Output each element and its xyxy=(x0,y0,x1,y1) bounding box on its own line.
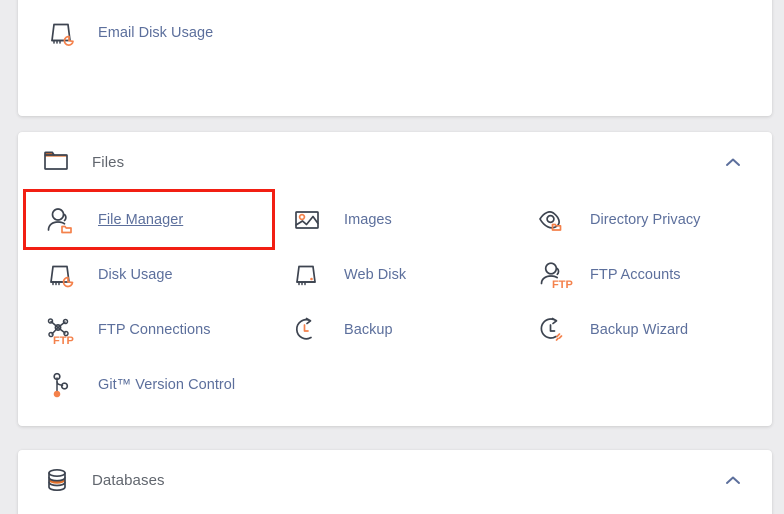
section-title: Files xyxy=(92,153,125,171)
item-label: FTP Accounts xyxy=(590,266,681,283)
folder-icon xyxy=(42,147,72,177)
item-label: FTP Connections xyxy=(98,321,211,338)
section-card-databases: Databases xyxy=(18,450,772,514)
section-title: Databases xyxy=(92,471,165,489)
item-calendars-and-contacts[interactable]: @ Calendars and Contacts xyxy=(518,0,764,5)
files-items-grid: File Manager Images Directory Privacy Di… xyxy=(18,189,772,426)
item-label: Web Disk xyxy=(344,266,407,283)
backup-wizard-icon xyxy=(534,310,574,350)
chevron-up-icon[interactable] xyxy=(724,153,742,171)
item-label: Backup xyxy=(344,321,393,338)
file-manager-icon xyxy=(42,200,82,240)
item-directory-privacy[interactable]: Directory Privacy xyxy=(518,192,764,247)
grid-spacer xyxy=(518,357,764,412)
git-version-control-icon xyxy=(42,365,82,405)
database-icon xyxy=(42,465,72,495)
item-disk-usage[interactable]: Disk Usage xyxy=(26,247,272,302)
images-icon xyxy=(288,200,328,240)
item-backup-wizard[interactable]: Backup Wizard xyxy=(518,302,764,357)
email-disk-usage-icon xyxy=(42,13,82,53)
item-boxtrapper[interactable]: BoxTrapper xyxy=(272,0,518,5)
svg-text:FTP: FTP xyxy=(552,279,573,291)
disk-usage-icon xyxy=(42,255,82,295)
cpanel-home-page: Encryption BoxTrapper xyxy=(0,0,784,514)
item-label: Backup Wizard xyxy=(590,321,689,338)
section-header-files[interactable]: Files xyxy=(18,132,772,192)
item-label: File Manager xyxy=(98,211,184,228)
backup-icon xyxy=(288,310,328,350)
directory-privacy-icon xyxy=(534,200,574,240)
section-header-databases[interactable]: Databases xyxy=(18,450,772,510)
svg-text:FTP: FTP xyxy=(53,335,74,347)
item-ftp-connections[interactable]: FTP FTP Connections xyxy=(26,302,272,357)
grid-spacer xyxy=(272,357,518,412)
item-git-version-control[interactable]: Git™ Version Control xyxy=(26,357,272,412)
item-label: Disk Usage xyxy=(98,266,173,283)
item-ftp-accounts[interactable]: FTP FTP Accounts xyxy=(518,247,764,302)
web-disk-icon xyxy=(288,255,328,295)
item-backup[interactable]: Backup xyxy=(272,302,518,357)
item-label: Email Disk Usage xyxy=(98,24,214,41)
section-card-email: Encryption BoxTrapper xyxy=(18,0,772,116)
item-file-manager[interactable]: File Manager xyxy=(23,189,275,250)
item-web-disk[interactable]: Web Disk xyxy=(272,247,518,302)
ftp-accounts-icon: FTP xyxy=(534,255,574,295)
chevron-up-icon[interactable] xyxy=(724,471,742,489)
item-label: Images xyxy=(344,211,392,228)
item-email-disk-usage[interactable]: Email Disk Usage xyxy=(26,5,272,60)
item-images[interactable]: Images xyxy=(272,192,518,247)
section-card-files: Files File Manager Images Directory Priv… xyxy=(18,132,772,426)
item-label: Directory Privacy xyxy=(590,211,701,228)
ftp-connections-icon: FTP xyxy=(42,310,82,350)
item-label: Git™ Version Control xyxy=(98,376,236,393)
email-items-grid: Encryption BoxTrapper xyxy=(18,0,772,74)
